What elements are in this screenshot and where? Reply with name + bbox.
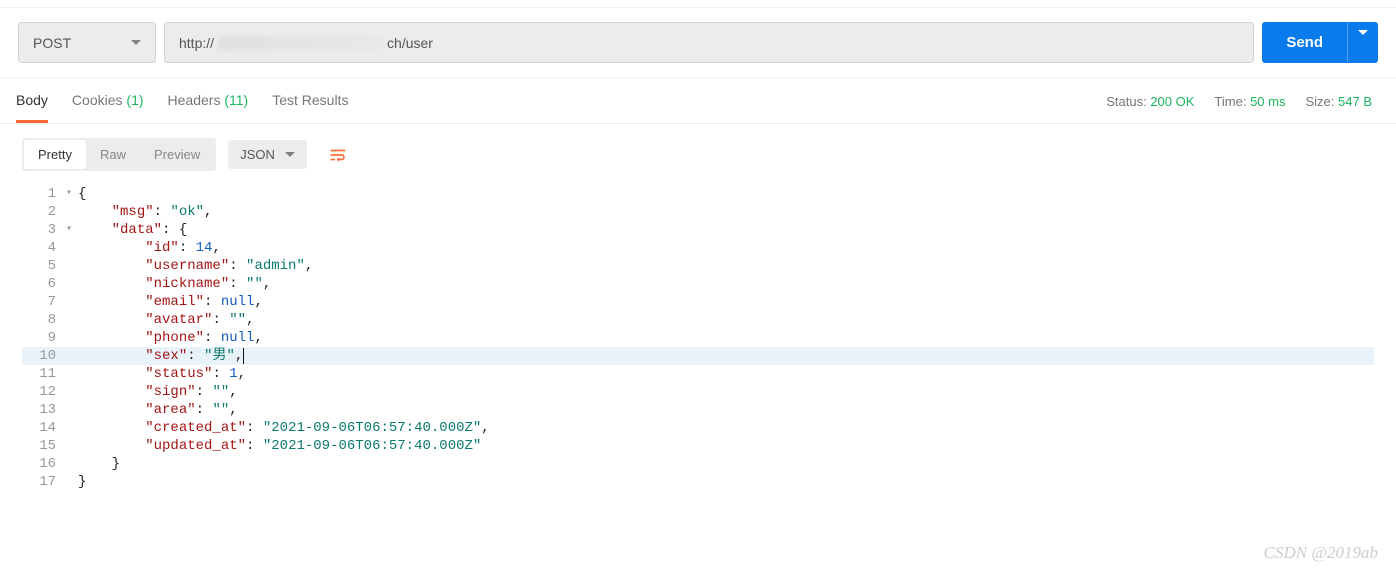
view-raw[interactable]: Raw	[86, 140, 140, 169]
code-line: 4 "id": 14,	[22, 239, 1374, 257]
format-select[interactable]: JSON	[228, 140, 307, 169]
tab-headers[interactable]: Headers (11)	[168, 92, 249, 123]
send-label: Send	[1262, 22, 1347, 63]
url-redacted-part	[218, 36, 383, 50]
response-tabs-row: Body Cookies (1) Headers (11) Test Resul…	[0, 78, 1396, 124]
tab-test-results[interactable]: Test Results	[272, 92, 348, 123]
code-line: 12 "sign": "",	[22, 383, 1374, 401]
chevron-down-icon	[1358, 30, 1368, 50]
code-line: 17}	[22, 473, 1374, 491]
status-value: 200 OK	[1150, 94, 1194, 109]
code-line: 5 "username": "admin",	[22, 257, 1374, 275]
tab-body[interactable]: Body	[16, 92, 48, 123]
watermark: CSDN @2019ab	[1264, 543, 1378, 563]
status-block: Status: 200 OK	[1106, 94, 1194, 109]
code-line: 8 "avatar": "",	[22, 311, 1374, 329]
tab-cookies[interactable]: Cookies (1)	[72, 92, 144, 123]
size-block: Size: 547 B	[1305, 94, 1372, 109]
view-preview[interactable]: Preview	[140, 140, 214, 169]
url-suffix: ch/user	[387, 35, 433, 51]
time-value: 50 ms	[1250, 94, 1285, 109]
view-controls: Pretty Raw Preview JSON	[0, 124, 1396, 185]
code-line: 3▾ "data": {	[22, 221, 1374, 239]
send-button[interactable]: Send	[1262, 22, 1378, 63]
response-tabs: Body Cookies (1) Headers (11) Test Resul…	[16, 92, 348, 123]
code-line: 2 "msg": "ok",	[22, 203, 1374, 221]
fold-toggle[interactable]: ▾	[66, 221, 78, 239]
response-body-code[interactable]: 1▾{ 2 "msg": "ok", 3▾ "data": { 4 "id": …	[0, 185, 1396, 491]
fold-toggle[interactable]: ▾	[66, 185, 78, 203]
wrap-lines-button[interactable]	[319, 139, 357, 171]
response-status-bar: Status: 200 OK Time: 50 ms Size: 547 B	[1106, 94, 1378, 121]
code-line: 14 "created_at": "2021-09-06T06:57:40.00…	[22, 419, 1374, 437]
url-prefix: http://	[179, 35, 214, 51]
chevron-down-icon	[131, 40, 141, 45]
code-line: 11 "status": 1,	[22, 365, 1374, 383]
code-line: 6 "nickname": "",	[22, 275, 1374, 293]
format-label: JSON	[240, 147, 275, 162]
method-label: POST	[33, 35, 71, 51]
view-mode-segment: Pretty Raw Preview	[22, 138, 216, 171]
method-select[interactable]: POST	[18, 22, 156, 63]
send-dropdown-split[interactable]	[1347, 23, 1378, 62]
chevron-down-icon	[285, 152, 295, 157]
wrap-icon	[329, 146, 347, 164]
size-value: 547 B	[1338, 94, 1372, 109]
request-bar: POST http:// ch/user Send	[0, 8, 1396, 78]
view-pretty[interactable]: Pretty	[24, 140, 86, 169]
headers-count-badge: (11)	[224, 92, 248, 108]
code-line-highlighted: 10 "sex": "男",​	[22, 347, 1374, 365]
code-line: 13 "area": "",	[22, 401, 1374, 419]
code-line: 1▾{	[22, 185, 1374, 203]
url-input[interactable]: http:// ch/user	[164, 22, 1254, 63]
time-block: Time: 50 ms	[1214, 94, 1285, 109]
code-line: 16 }	[22, 455, 1374, 473]
code-line: 7 "email": null,	[22, 293, 1374, 311]
code-line: 15 "updated_at": "2021-09-06T06:57:40.00…	[22, 437, 1374, 455]
cookies-count-badge: (1)	[126, 92, 143, 108]
code-line: 9 "phone": null,	[22, 329, 1374, 347]
